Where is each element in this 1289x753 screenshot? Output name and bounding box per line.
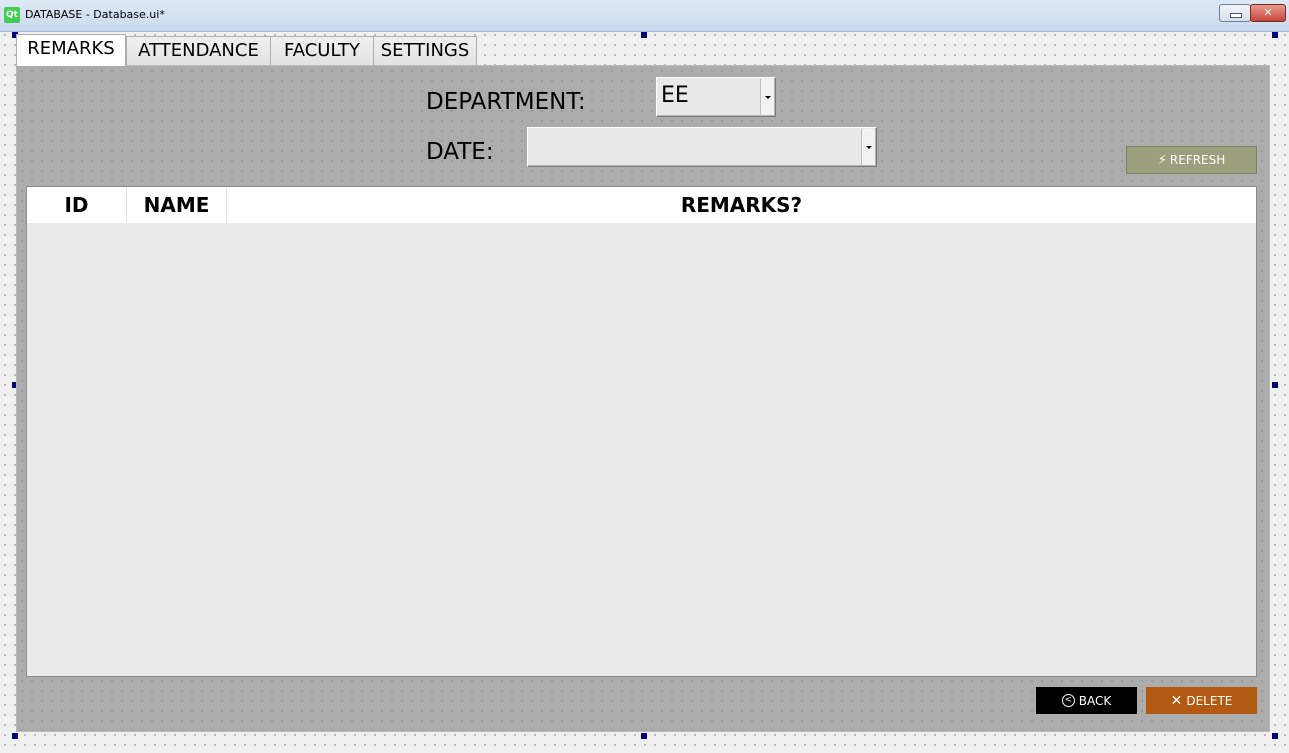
remarks-table[interactable]: ID NAME REMARKS? xyxy=(26,186,1257,677)
department-label: DEPARTMENT: xyxy=(426,89,586,115)
refresh-icon: ⚡ xyxy=(1157,152,1167,168)
chevron-down-icon[interactable] xyxy=(760,79,774,115)
qt-logo-icon: Qt xyxy=(4,7,20,23)
back-icon: < xyxy=(1061,694,1075,707)
minimize-button[interactable] xyxy=(1219,4,1251,22)
column-header-name[interactable]: NAME xyxy=(127,187,227,223)
chevron-down-icon[interactable] xyxy=(861,129,875,165)
selection-handle[interactable] xyxy=(1272,32,1278,38)
selection-handle[interactable] xyxy=(1272,382,1278,388)
table-header: ID NAME REMARKS? xyxy=(27,187,1256,223)
window-title: DATABASE - Database.ui* xyxy=(25,8,165,21)
selection-handle[interactable] xyxy=(12,733,18,739)
delete-button[interactable]: ✕ DELETE xyxy=(1146,687,1257,714)
back-button[interactable]: < BACK xyxy=(1036,687,1137,714)
refresh-label: REFRESH xyxy=(1169,153,1226,167)
department-value: EE xyxy=(661,83,689,108)
date-label: DATE: xyxy=(426,139,494,165)
back-label: BACK xyxy=(1078,693,1112,708)
selection-handle[interactable] xyxy=(641,32,647,38)
table-body[interactable] xyxy=(27,223,1256,676)
selection-handle[interactable] xyxy=(1272,733,1278,739)
department-combobox[interactable]: EE xyxy=(656,77,776,117)
close-icon: ✕ xyxy=(1170,692,1183,709)
tab-settings[interactable]: SETTINGS xyxy=(373,36,477,65)
close-window-button[interactable]: ✕ xyxy=(1250,4,1286,22)
date-combobox[interactable] xyxy=(527,127,877,167)
column-header-id[interactable]: ID xyxy=(27,187,127,223)
column-header-remarks[interactable]: REMARKS? xyxy=(227,187,1256,223)
refresh-button[interactable]: ⚡ REFRESH xyxy=(1126,146,1257,174)
tab-remarks[interactable]: REMARKS xyxy=(16,34,126,66)
delete-label: DELETE xyxy=(1186,693,1233,708)
tab-attendance[interactable]: ATTENDANCE xyxy=(126,36,271,65)
window-titlebar: Qt DATABASE - Database.ui* ✕ xyxy=(0,0,1289,32)
selection-handle[interactable] xyxy=(641,733,647,739)
tab-faculty[interactable]: FACULTY xyxy=(270,36,374,65)
